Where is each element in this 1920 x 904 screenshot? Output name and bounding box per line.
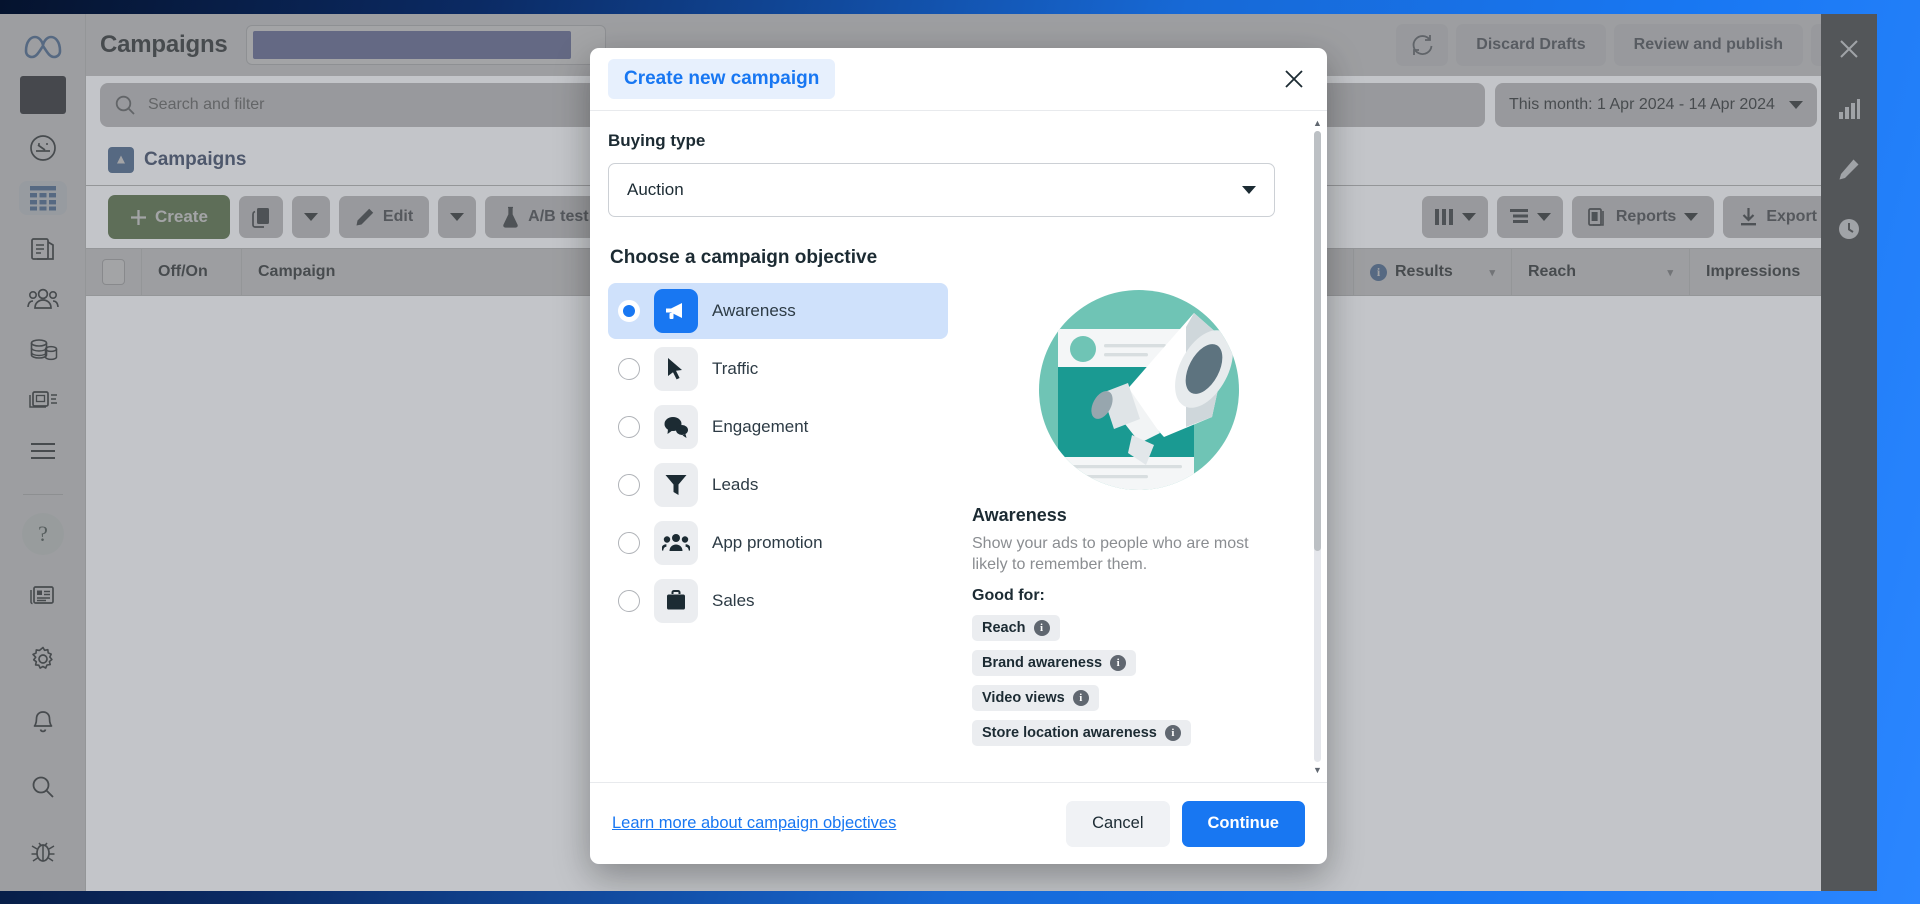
objective-option-awareness[interactable]: Awareness	[608, 283, 948, 339]
objective-detail-panel: Awareness Show your ads to people who ar…	[958, 283, 1305, 755]
chip-label: Reach	[982, 620, 1026, 637]
good-for-label: Good for:	[972, 587, 1045, 605]
objective-label: Awareness	[712, 301, 796, 320]
objective-option-traffic[interactable]: Traffic	[608, 341, 948, 397]
chevron-down-icon	[1242, 186, 1256, 194]
good-for-chip[interactable]: Store location awareness i	[972, 720, 1191, 747]
good-for-chips: Reach i Brand awareness i Video views i	[972, 615, 1305, 755]
modal-footer-buttons: Cancel Continue	[1066, 800, 1305, 847]
detail-description: Show your ads to people who are most lik…	[972, 535, 1249, 574]
objective-list: Awareness Traffic Engagement Leads App p…	[608, 283, 948, 755]
modal-body: Buying type Auction Choose a campaign ob…	[590, 110, 1327, 782]
chip-label: Video views	[982, 690, 1065, 707]
create-campaign-modal: Create new campaign Buying type Auction …	[590, 48, 1327, 864]
objective-option-leads[interactable]: Leads	[608, 457, 948, 513]
modal-title: Create new campaign	[608, 59, 836, 99]
buying-type-select[interactable]: Auction	[608, 163, 1275, 217]
objective-option-engagement[interactable]: Engagement	[608, 399, 948, 455]
info-icon[interactable]: i	[1110, 655, 1127, 672]
objective-label: Sales	[712, 591, 755, 610]
radio-engagement[interactable]	[618, 416, 640, 438]
good-for-chip[interactable]: Video views i	[972, 685, 1099, 712]
radio-sales[interactable]	[618, 590, 640, 612]
objective-label: Leads	[712, 475, 759, 494]
objective-option-app-promotion[interactable]: App promotion	[608, 515, 948, 571]
modal-header: Create new campaign	[590, 48, 1327, 110]
info-icon[interactable]: i	[1164, 725, 1181, 742]
radio-traffic[interactable]	[618, 358, 640, 380]
info-icon[interactable]: i	[1072, 690, 1089, 707]
people-icon	[654, 521, 698, 565]
chip-label: Store location awareness	[982, 725, 1157, 742]
desktop-background: ? Campaigns Discard Drafts Review and pu…	[0, 0, 1920, 904]
cancel-button[interactable]: Cancel	[1066, 800, 1170, 847]
close-x-icon	[1283, 68, 1305, 90]
continue-button[interactable]: Continue	[1181, 800, 1305, 847]
scrollbar-thumb[interactable]	[1314, 131, 1321, 551]
buying-type-value: Auction	[627, 180, 684, 199]
objective-section-heading: Choose a campaign objective	[610, 247, 878, 268]
megaphone-illustration	[1036, 287, 1242, 493]
radio-app-promotion[interactable]	[618, 532, 640, 554]
info-icon[interactable]: i	[1033, 620, 1050, 637]
good-for-chip[interactable]: Reach i	[972, 615, 1060, 642]
funnel-icon	[654, 463, 698, 507]
cursor-icon	[654, 347, 698, 391]
radio-awareness[interactable]	[618, 300, 640, 322]
objective-area: Awareness Traffic Engagement Leads App p…	[608, 283, 1305, 755]
objective-label: Engagement	[712, 417, 809, 436]
radio-leads[interactable]	[618, 474, 640, 496]
megaphone-icon	[654, 289, 698, 333]
ads-manager-window: ? Campaigns Discard Drafts Review and pu…	[0, 14, 1877, 891]
objective-label: App promotion	[712, 533, 823, 552]
modal-scrollbar[interactable]: ▲ ▼	[1312, 117, 1323, 776]
chip-label: Brand awareness	[982, 655, 1103, 672]
modal-footer: Learn more about campaign objectives Can…	[590, 782, 1327, 864]
briefcase-icon	[654, 579, 698, 623]
detail-title: Awareness	[972, 505, 1067, 525]
modal-close-button[interactable]	[1279, 64, 1309, 94]
good-for-chip[interactable]: Brand awareness i	[972, 650, 1137, 677]
objective-option-sales[interactable]: Sales	[608, 573, 948, 629]
buying-type-label: Buying type	[608, 131, 706, 150]
scroll-down-arrow-icon[interactable]: ▼	[1312, 764, 1323, 776]
chat-bubbles-icon	[654, 405, 698, 449]
learn-more-link[interactable]: Learn more about campaign objectives	[612, 814, 896, 833]
objective-label: Traffic	[712, 359, 759, 378]
scroll-up-arrow-icon[interactable]: ▲	[1312, 117, 1323, 129]
